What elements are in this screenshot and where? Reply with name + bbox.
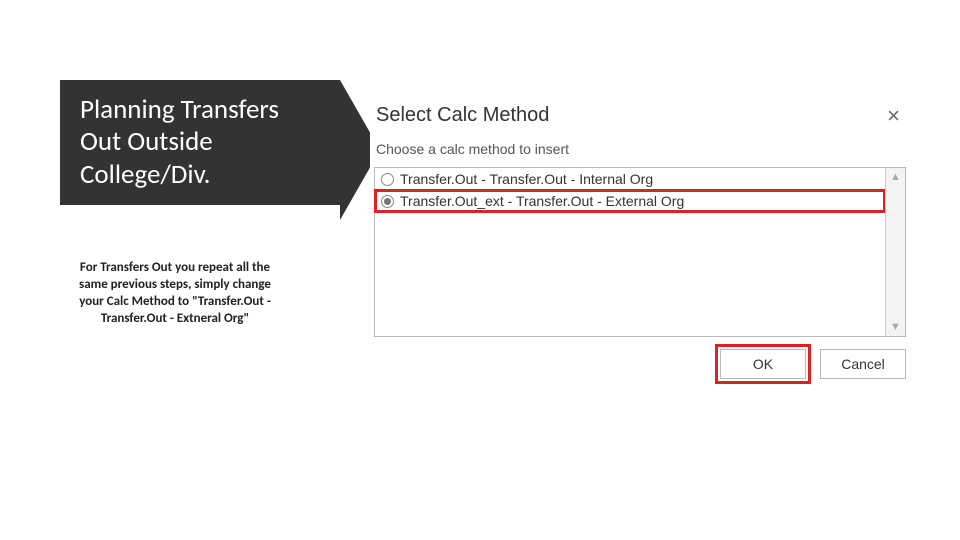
select-calc-method-dialog: Select Calc Method × Choose a calc metho… xyxy=(370,100,910,383)
cancel-button[interactable]: Cancel xyxy=(820,349,906,379)
radio-icon xyxy=(381,173,394,186)
slide-title: Planning Transfers Out Outside College/D… xyxy=(80,94,320,191)
slide-title-box: Planning Transfers Out Outside College/D… xyxy=(60,80,340,205)
option-label: Transfer.Out_ext - Transfer.Out - Extern… xyxy=(400,193,684,209)
option-label: Transfer.Out - Transfer.Out - Internal O… xyxy=(400,171,653,187)
slide-instruction-text: For Transfers Out you repeat all the sam… xyxy=(70,260,280,328)
option-internal-org[interactable]: Transfer.Out - Transfer.Out - Internal O… xyxy=(375,168,885,190)
radio-icon xyxy=(381,195,394,208)
ok-button[interactable]: OK xyxy=(720,349,806,379)
dialog-title: Select Calc Method xyxy=(376,104,549,127)
calc-method-listbox[interactable]: Transfer.Out - Transfer.Out - Internal O… xyxy=(374,167,906,337)
dialog-header: Select Calc Method × xyxy=(370,100,910,137)
close-icon[interactable]: × xyxy=(883,105,904,127)
slide-title-container: Planning Transfers Out Outside College/D… xyxy=(60,80,340,205)
listbox-scrollbar[interactable]: ▲ ▼ xyxy=(885,168,905,336)
scroll-up-icon[interactable]: ▲ xyxy=(886,168,905,186)
scroll-down-icon[interactable]: ▼ xyxy=(886,318,905,336)
list-items: Transfer.Out - Transfer.Out - Internal O… xyxy=(375,168,885,336)
calc-method-listbox-wrap: Transfer.Out - Transfer.Out - Internal O… xyxy=(374,167,906,337)
option-external-org[interactable]: Transfer.Out_ext - Transfer.Out - Extern… xyxy=(375,190,885,212)
dialog-button-row: OK Cancel xyxy=(370,337,910,383)
dialog-instruction: Choose a calc method to insert xyxy=(370,137,910,167)
